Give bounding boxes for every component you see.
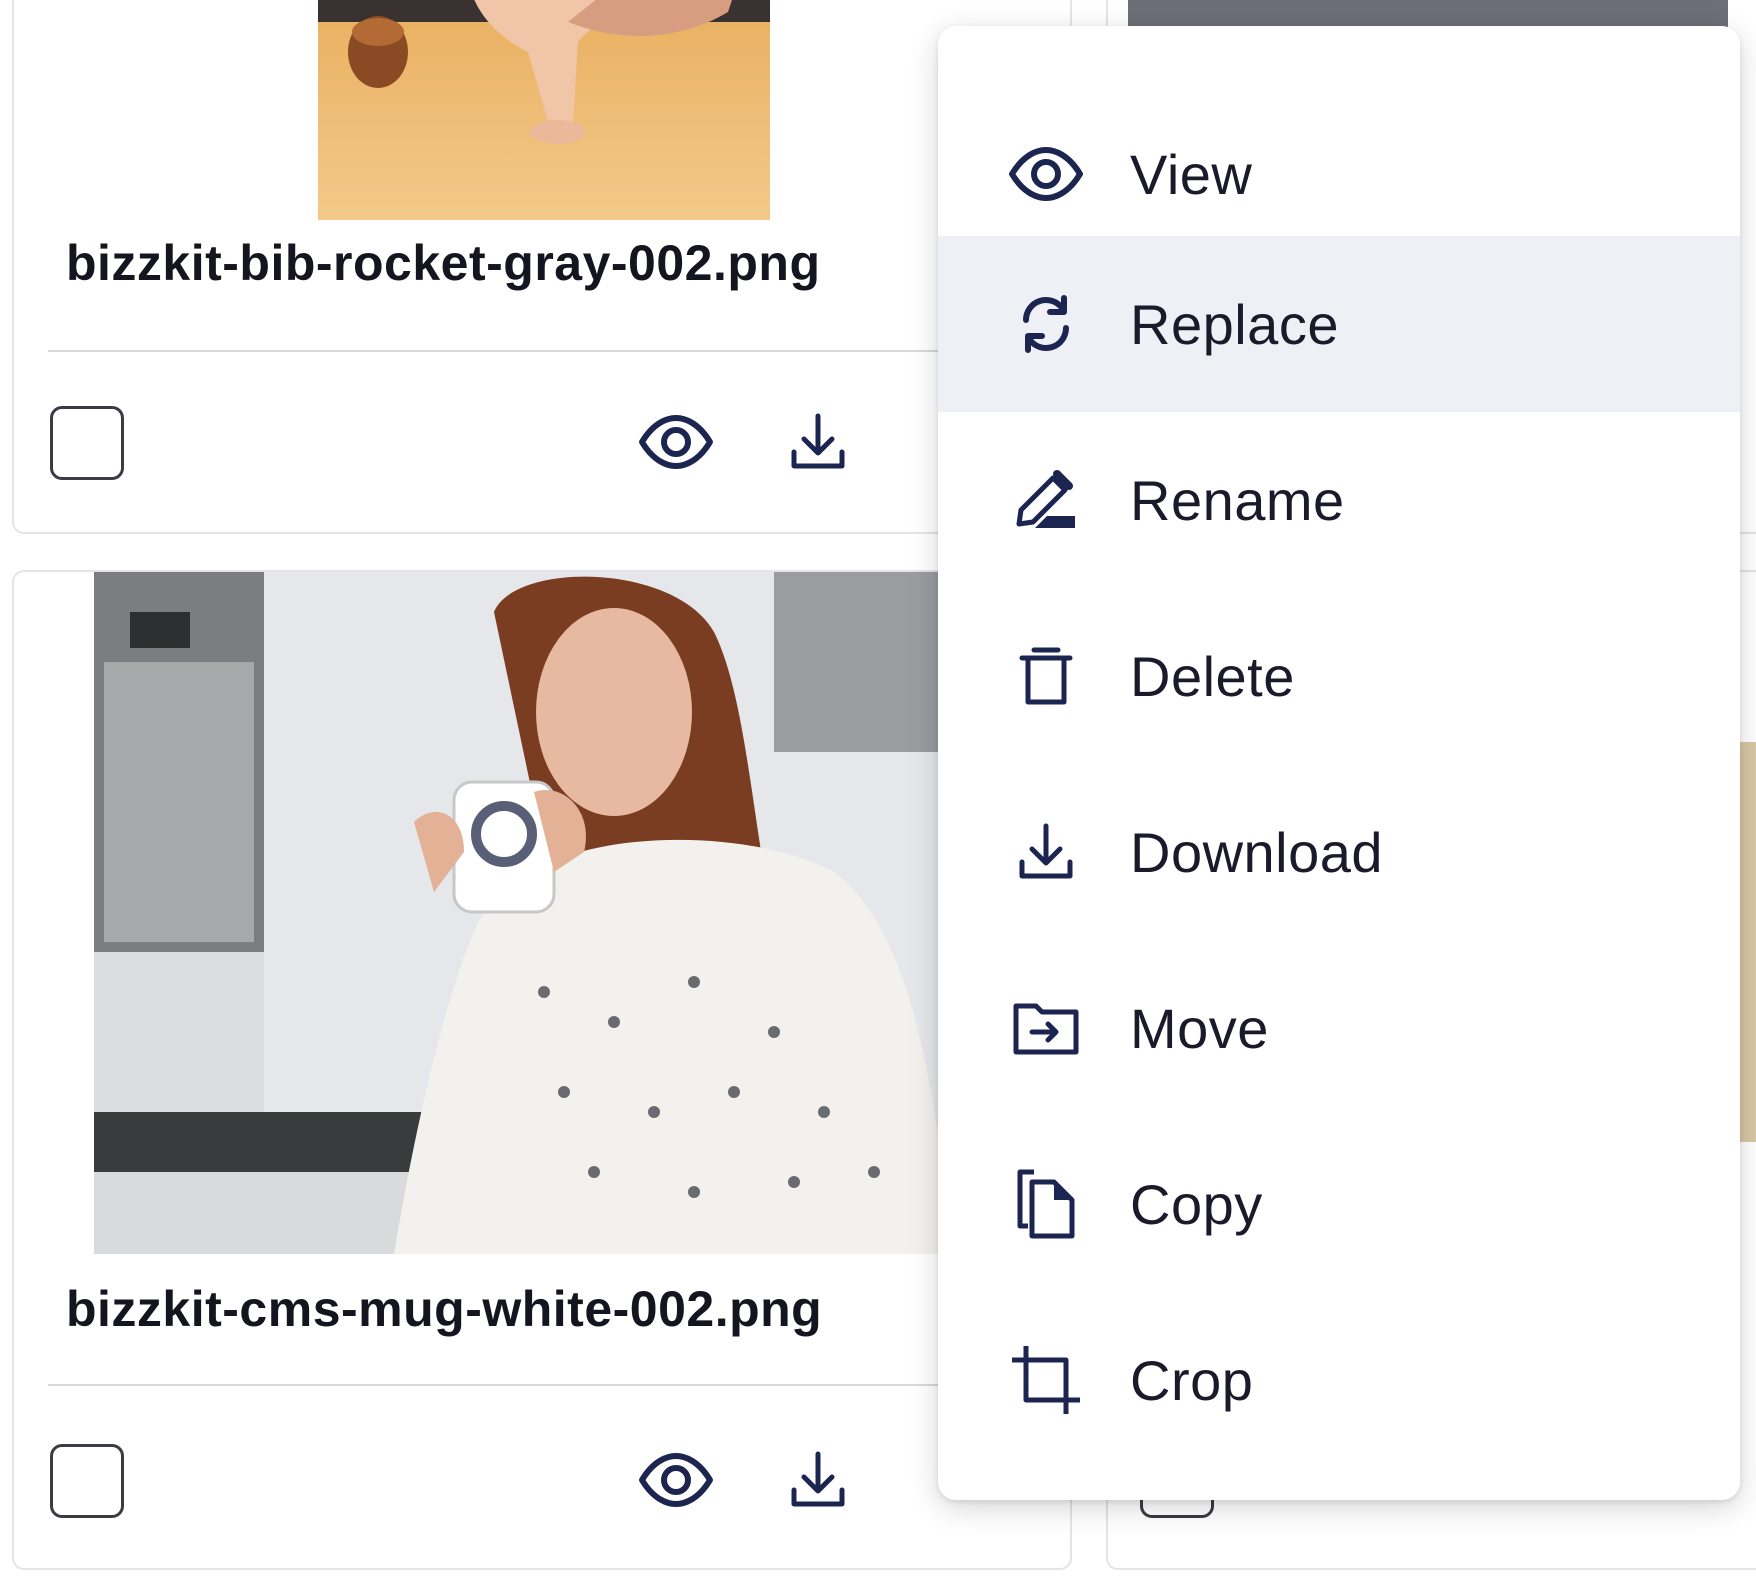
menu-item-label: Download	[1130, 820, 1384, 884]
folder-move-icon	[998, 980, 1094, 1076]
card-divider	[48, 350, 1070, 352]
download-icon	[998, 804, 1094, 900]
menu-item-label: Crop	[1130, 1348, 1254, 1412]
menu-item-label: Move	[1130, 996, 1269, 1060]
asset-thumbnail[interactable]	[318, 0, 770, 220]
menu-item-delete[interactable]: Delete	[938, 588, 1740, 764]
asset-thumbnail[interactable]	[1128, 0, 1728, 28]
asset-card: bizzkit-bib-rocket-gray-002.png	[12, 0, 1072, 534]
trash-icon	[998, 628, 1094, 724]
menu-item-rename[interactable]: Rename	[938, 412, 1740, 588]
copy-icon	[998, 1156, 1094, 1252]
eye-icon	[639, 1453, 713, 1507]
menu-item-label: Replace	[1130, 292, 1339, 356]
menu-item-label: View	[1130, 142, 1253, 206]
asset-card: bizzkit-cms-mug-white-002.png	[12, 570, 1072, 1570]
menu-item-label: Rename	[1130, 468, 1345, 532]
card-divider	[48, 1384, 1070, 1386]
menu-item-replace[interactable]: Replace	[938, 236, 1740, 412]
menu-item-label: Delete	[1130, 644, 1295, 708]
refresh-icon	[998, 276, 1094, 372]
menu-item-download[interactable]: Download	[938, 764, 1740, 940]
menu-item-move[interactable]: Move	[938, 940, 1740, 1116]
select-checkbox[interactable]	[50, 406, 124, 480]
menu-item-label: Copy	[1130, 1172, 1263, 1236]
eye-icon	[639, 415, 713, 469]
download-button[interactable]	[778, 1440, 858, 1520]
download-button[interactable]	[778, 402, 858, 482]
menu-item-copy[interactable]: Copy	[938, 1116, 1740, 1292]
context-menu: View Replace Rename Delete Download Move…	[938, 26, 1740, 1500]
eye-icon	[998, 126, 1094, 222]
download-icon	[791, 413, 845, 469]
view-button[interactable]	[636, 1440, 716, 1520]
asset-filename: bizzkit-bib-rocket-gray-002.png	[66, 235, 821, 291]
crop-icon	[998, 1332, 1094, 1428]
menu-item-crop[interactable]: Crop	[938, 1292, 1740, 1468]
asset-filename: bizzkit-cms-mug-white-002.png	[66, 1281, 823, 1337]
pencil-icon	[998, 452, 1094, 548]
view-button[interactable]	[636, 402, 716, 482]
download-icon	[791, 1451, 845, 1507]
select-checkbox[interactable]	[50, 1444, 124, 1518]
asset-thumbnail[interactable]	[94, 572, 954, 1254]
